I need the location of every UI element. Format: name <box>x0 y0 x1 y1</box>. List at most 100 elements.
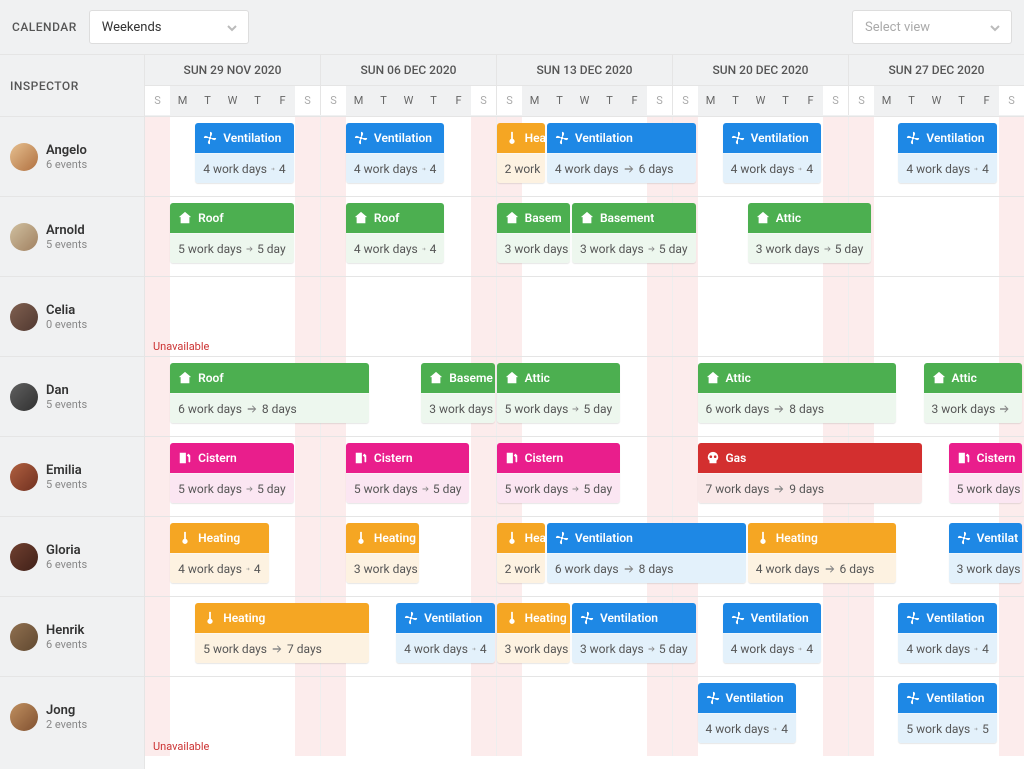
event-heating[interactable]: Heating3 work days <box>497 603 570 663</box>
schedule-lanes[interactable]: Ventilation4 work days4Ventilation4 work… <box>145 116 1024 769</box>
inspector-event-count: 0 events <box>46 318 87 331</box>
day-header: W <box>924 85 949 115</box>
event-title: Ventilat <box>977 531 1018 545</box>
event-ventilation[interactable]: Ventilat3 work days <box>949 523 1022 583</box>
event-ventilation[interactable]: Ventilation3 work days5 day <box>572 603 696 663</box>
event-cistern[interactable]: Cistern5 work days5 day <box>170 443 294 503</box>
event-ventilation[interactable]: Ventilation5 work days5 <box>898 683 996 743</box>
event-title: Heating <box>374 531 416 545</box>
event-ventilation[interactable]: Ventilation4 work days6 days <box>547 123 696 183</box>
event-ventilation[interactable]: Ventilation4 work days4 <box>898 603 996 663</box>
event-basement[interactable]: Basement3 work days5 day <box>572 203 696 263</box>
day-header: M <box>698 85 723 115</box>
schedule-lane[interactable]: Unavailable <box>145 276 1024 356</box>
schedule-lane[interactable]: Cistern5 work days5 day Cistern5 work day… <box>145 436 1024 516</box>
event-ventilation[interactable]: Ventilation4 work days4 <box>723 123 821 183</box>
arrow-right-icon <box>648 244 655 254</box>
fan-icon <box>555 131 569 145</box>
event-ventilation[interactable]: Ventilation4 work days4 <box>346 123 444 183</box>
event-ventilation[interactable]: Ventilation4 work days4 <box>396 603 494 663</box>
day-header: S <box>823 85 848 115</box>
event-roof[interactable]: Roof4 work days4 <box>346 203 444 263</box>
event-heating[interactable]: Heating4 work days6 days <box>748 523 897 583</box>
schedule-lane[interactable]: Roof6 work days8 daysBaseme3 work daysAt… <box>145 356 1024 436</box>
event-title: Ventilation <box>223 131 281 145</box>
event-heating[interactable]: Heating3 work days <box>346 523 419 583</box>
inspector-row[interactable]: Angelo6 events <box>0 116 144 196</box>
arrow-right-icon <box>246 404 258 414</box>
event-title: Hea <box>525 531 545 545</box>
inspector-row[interactable]: Dan5 events <box>0 356 144 436</box>
calendar-select[interactable]: Weekends <box>89 10 249 44</box>
inspector-row[interactable]: Emilia5 events <box>0 436 144 516</box>
inspector-row[interactable]: Gloria6 events <box>0 516 144 596</box>
day-header: F <box>622 85 647 115</box>
arrow-right-icon <box>974 724 978 734</box>
fuel-icon <box>354 451 368 465</box>
fan-icon <box>906 611 920 625</box>
event-roof[interactable]: Roof6 work days8 days <box>170 363 369 423</box>
schedule-lane[interactable]: Roof5 work days5 day Roof4 work days4 Base… <box>145 196 1024 276</box>
schedule-lane[interactable]: Ventilation4 work days4 Ventilation4 work… <box>145 116 1024 196</box>
inspector-event-count: 6 events <box>46 558 87 571</box>
schedule-lane[interactable]: Heating4 work days4Heating3 work daysHea… <box>145 516 1024 596</box>
event-basement[interactable]: Baseme3 work days <box>421 363 494 423</box>
inspector-event-count: 5 events <box>46 398 87 411</box>
event-cistern[interactable]: Cistern5 work days5 day <box>346 443 470 503</box>
inspector-event-count: 6 events <box>46 158 87 171</box>
inspector-event-count: 5 events <box>46 478 87 491</box>
event-title: Ventilation <box>926 611 984 625</box>
schedule-lane[interactable]: Heating5 work days7 days Ventilation4 wor… <box>145 596 1024 676</box>
day-header: T <box>949 85 974 115</box>
arrow-right-icon <box>472 644 476 654</box>
home-icon <box>178 371 192 385</box>
event-footer: 5 work days5 day <box>346 473 470 503</box>
inspector-name: Emilia <box>46 463 87 478</box>
arrow-right-icon <box>999 404 1010 414</box>
inspector-row[interactable]: Celia0 events <box>0 276 144 356</box>
event-attic[interactable]: Attic5 work days5 day <box>497 363 621 423</box>
event-attic[interactable]: Attic6 work days8 days <box>698 363 897 423</box>
event-footer: 3 work days <box>924 393 1022 423</box>
event-title: Ventilation <box>575 131 633 145</box>
inspector-row[interactable]: Arnold5 events <box>0 196 144 276</box>
avatar <box>10 703 38 731</box>
event-gas[interactable]: Gas7 work days9 days <box>698 443 922 503</box>
day-header: W <box>220 85 245 115</box>
event-title: Ventilation <box>926 691 984 705</box>
arrow-right-icon <box>246 244 253 254</box>
day-header: T <box>195 85 220 115</box>
event-attic[interactable]: Attic3 work days5 day <box>748 203 872 263</box>
event-ventilation[interactable]: Ventilation4 work days4 <box>195 123 293 183</box>
event-attic[interactable]: Attic3 work days <box>924 363 1022 423</box>
calendar-label: CALENDAR <box>12 20 77 34</box>
event-cistern[interactable]: Cistern5 work days5 day <box>497 443 621 503</box>
inspector-row[interactable]: Jong2 events <box>0 676 144 756</box>
event-heating[interactable]: Hea2 work <box>497 123 545 183</box>
event-footer: 4 work days4 <box>346 233 444 263</box>
arrow-right-icon <box>246 484 253 494</box>
event-cistern[interactable]: Cistern5 work days7 <box>949 443 1022 503</box>
event-ventilation[interactable]: Ventilation4 work days4 <box>898 123 996 183</box>
view-select[interactable]: Select view <box>852 10 1012 44</box>
arrow-right-icon <box>572 484 579 494</box>
chevron-down-icon <box>989 22 1001 32</box>
event-footer: 4 work days6 days <box>748 553 897 583</box>
day-header: S <box>673 85 698 115</box>
event-ventilation[interactable]: Ventilation6 work days8 days <box>547 523 746 583</box>
day-header: M <box>874 85 899 115</box>
day-header: S <box>145 85 170 115</box>
event-heating[interactable]: Heating4 work days4 <box>170 523 268 583</box>
event-title: Hea <box>525 131 545 145</box>
event-ventilation[interactable]: Ventilation4 work days4 <box>723 603 821 663</box>
event-footer: 4 work days4 <box>170 553 268 583</box>
event-heating[interactable]: Heating5 work days7 days <box>195 603 369 663</box>
event-basement[interactable]: Basem3 work days <box>497 203 570 263</box>
event-roof[interactable]: Roof5 work days5 day <box>170 203 294 263</box>
schedule-lane[interactable]: Ventilation4 work days4 Ventilation5 work… <box>145 676 1024 756</box>
thermometer-icon <box>354 531 368 545</box>
inspector-row[interactable]: Henrik6 events <box>0 596 144 676</box>
event-heating[interactable]: Hea2 work <box>497 523 545 583</box>
event-ventilation[interactable]: Ventilation4 work days4 <box>698 683 796 743</box>
home-icon <box>706 371 720 385</box>
